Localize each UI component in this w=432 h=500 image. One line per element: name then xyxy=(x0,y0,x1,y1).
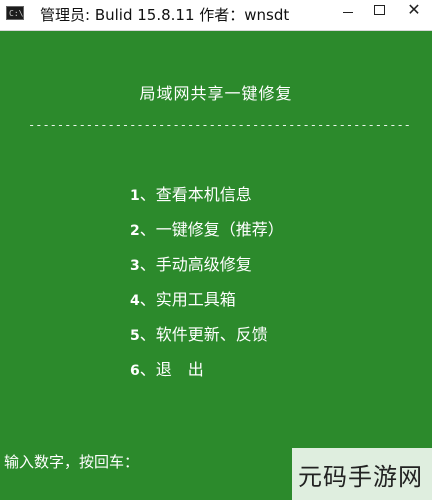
menu-item-number: 5 xyxy=(130,328,140,344)
menu-item-label: 、查看本机信息 xyxy=(139,185,252,204)
console-window: C:\ 管理员: Bulid 15.8.11 作者：wnsdt ✕ 局域网共享一… xyxy=(0,0,432,500)
menu-list: 1、查看本机信息 2、一键修复（推荐） 3、手动高级修复 4、实用工具箱 5、软… xyxy=(130,181,284,391)
menu-item-number: 4 xyxy=(130,293,140,309)
menu-item-update-feedback[interactable]: 5、软件更新、反馈 xyxy=(130,321,284,356)
console-area[interactable]: 局域网共享一键修复 ------------------------------… xyxy=(0,31,432,500)
menu-item-view-info[interactable]: 1、查看本机信息 xyxy=(130,181,284,216)
terminal-icon: C:\ xyxy=(6,6,24,20)
menu-item-number: 3 xyxy=(130,258,140,274)
menu-item-number: 1 xyxy=(130,188,140,204)
watermark-text: 元码手游网 xyxy=(298,463,423,491)
close-button[interactable]: ✕ xyxy=(396,0,432,22)
maximize-button[interactable] xyxy=(362,0,398,22)
input-prompt[interactable]: 输入数字，按回车： xyxy=(4,451,139,472)
menu-item-label: 、退 出 xyxy=(139,360,204,379)
close-icon: ✕ xyxy=(407,0,421,19)
menu-item-number: 6 xyxy=(130,363,140,379)
title-bar[interactable]: C:\ 管理员: Bulid 15.8.11 作者：wnsdt ✕ xyxy=(0,0,432,31)
minimize-icon xyxy=(343,12,353,13)
menu-item-exit[interactable]: 6、退 出 xyxy=(130,356,284,391)
window-title: 管理员: Bulid 15.8.11 作者：wnsdt xyxy=(40,6,290,24)
divider: ----------------------------------------… xyxy=(28,118,410,132)
menu-item-label: 、一键修复（推荐） xyxy=(139,220,284,239)
menu-item-number: 2 xyxy=(130,223,140,239)
menu-item-one-click-repair[interactable]: 2、一键修复（推荐） xyxy=(130,216,284,251)
console-heading: 局域网共享一键修复 xyxy=(139,84,293,103)
menu-item-toolbox[interactable]: 4、实用工具箱 xyxy=(130,286,284,321)
menu-item-label: 、软件更新、反馈 xyxy=(139,325,268,344)
watermark: 元码手游网 xyxy=(292,448,432,500)
menu-item-label: 、手动高级修复 xyxy=(139,255,252,274)
menu-item-manual-repair[interactable]: 3、手动高级修复 xyxy=(130,251,284,286)
menu-item-label: 、实用工具箱 xyxy=(139,290,236,309)
maximize-icon xyxy=(374,5,385,15)
minimize-button[interactable] xyxy=(329,0,365,22)
